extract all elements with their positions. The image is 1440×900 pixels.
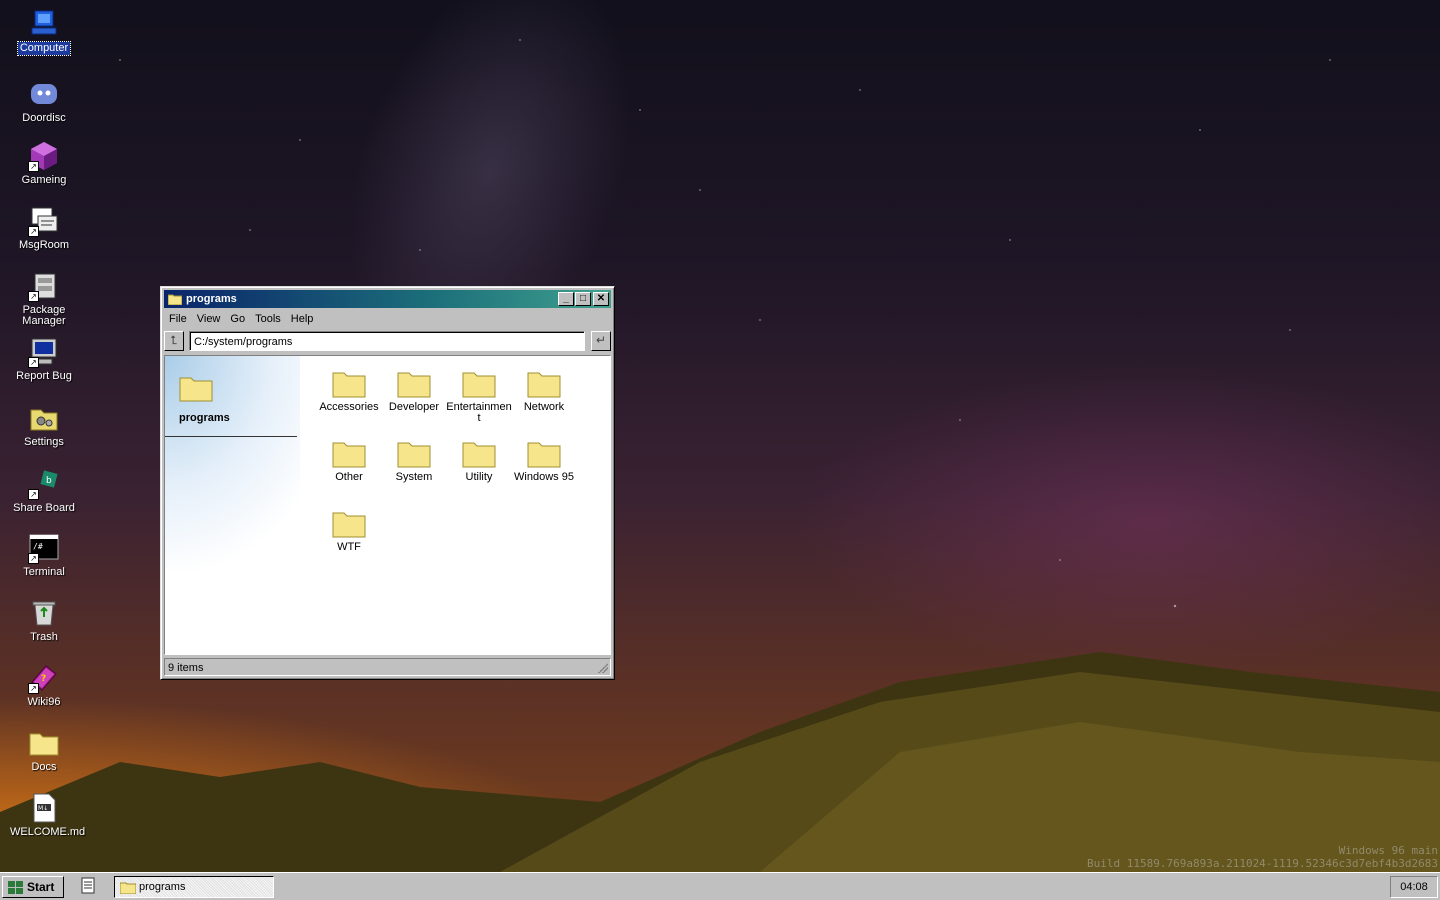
cube-icon: ↗ — [28, 140, 60, 172]
desktop-icon-settings[interactable]: Settings — [8, 402, 80, 449]
computer-icon — [28, 8, 60, 40]
desktop-icon-package-manager[interactable]: ↗ Package Manager — [8, 270, 80, 328]
up-button[interactable]: ⮤ — [164, 331, 184, 351]
desktop-icon-gameing[interactable]: ↗ Gameing — [8, 140, 80, 187]
terminal-icon: /# ↗ — [28, 532, 60, 564]
folder-item[interactable]: WTF — [316, 506, 382, 553]
desktop-icon-trash[interactable]: Trash — [8, 597, 80, 644]
desktop-icon-share-board[interactable]: b ↗ Share Board — [8, 468, 80, 515]
folder-icon — [119, 881, 137, 897]
explorer-window[interactable]: programs _ □ ✕ File View Go Tools Help ⮤ C:/… — [160, 286, 615, 680]
folder-item[interactable]: Utility — [446, 436, 512, 483]
folder-icon — [167, 293, 183, 308]
desktop-icon-terminal[interactable]: /# ↗ Terminal — [8, 532, 80, 579]
info-side-panel: programs — [165, 356, 300, 654]
watermark-line-2: Build 11589.769a893a.211024-1119.52346c3… — [1087, 857, 1438, 870]
folder-item[interactable]: Network — [511, 366, 577, 413]
folder-item[interactable]: Windows 95 — [511, 436, 577, 483]
trash-icon — [28, 597, 60, 629]
go-button[interactable]: ↵ — [591, 331, 611, 351]
enter-icon: ↵ — [595, 333, 607, 347]
side-panel-title: programs — [179, 412, 230, 424]
maximize-icon: □ — [579, 293, 587, 304]
desktop-icon-msgroom[interactable]: ↗ MsgRoom — [8, 205, 80, 252]
folder-large-icon — [179, 372, 213, 405]
folder-icon — [527, 436, 561, 468]
taskbar: Start programs 04:08 — [0, 872, 1440, 900]
bug-report-icon: ↗ — [28, 336, 60, 368]
item-count: 9 items — [168, 662, 204, 674]
folder-icon — [332, 506, 366, 538]
folder-icon — [397, 436, 431, 468]
shortcut-arrow-icon: ↗ — [28, 291, 39, 302]
close-button[interactable]: ✕ — [593, 292, 609, 306]
shortcut-arrow-icon: ↗ — [28, 553, 39, 564]
markdown-file-icon: M↓ — [28, 792, 60, 824]
folder-item[interactable]: System — [381, 436, 447, 483]
folder-item[interactable]: Developer — [381, 366, 447, 413]
shortcut-arrow-icon: ↗ — [28, 161, 39, 172]
folder-item[interactable]: Other — [316, 436, 382, 483]
desktop-icon-report-bug[interactable]: ↗ Report Bug — [8, 336, 80, 383]
resize-grip-icon[interactable] — [598, 663, 608, 673]
desktop-icon-wiki96[interactable]: ? ↗ Wiki96 — [8, 662, 80, 709]
close-icon: ✕ — [596, 293, 606, 304]
folder-icon — [462, 436, 496, 468]
folder-icon — [397, 366, 431, 398]
minimize-button[interactable]: _ — [558, 292, 574, 306]
chat-icon: ↗ — [28, 205, 60, 237]
task-label: programs — [139, 881, 186, 893]
up-arrow-icon: ⮤ — [170, 333, 178, 347]
windows-logo-icon — [8, 881, 24, 898]
desktop-icon-doordisc[interactable]: Doordisc — [8, 78, 80, 125]
window-title: programs — [186, 293, 237, 305]
window-titlebar[interactable]: programs _ □ ✕ — [164, 290, 611, 308]
address-input[interactable]: C:/system/programs — [189, 331, 585, 351]
menu-file[interactable]: File — [164, 311, 192, 327]
shortcut-arrow-icon: ↗ — [28, 683, 39, 694]
discord-icon — [28, 78, 60, 110]
svg-text:M↓: M↓ — [38, 805, 48, 812]
folder-icon — [462, 366, 496, 398]
shortcut-arrow-icon: ↗ — [28, 357, 39, 368]
watermark-line-1: Windows 96 main — [1338, 844, 1438, 857]
taskbar-window-programs[interactable]: programs — [114, 876, 274, 898]
desktop-icon-docs[interactable]: Docs — [8, 727, 80, 774]
package-icon: ↗ — [28, 270, 60, 302]
settings-icon — [28, 402, 60, 434]
shortcut-arrow-icon: ↗ — [28, 226, 39, 237]
start-label: Start — [27, 880, 55, 894]
desktop-icon-computer[interactable]: Computer — [8, 8, 80, 56]
menu-help[interactable]: Help — [286, 311, 319, 327]
maximize-button[interactable]: □ — [575, 292, 591, 306]
svg-text:/#: /# — [33, 542, 43, 551]
menu-tools[interactable]: Tools — [250, 311, 286, 327]
menu-bar: File View Go Tools Help — [164, 311, 318, 329]
folder-item[interactable]: Entertainment — [446, 366, 512, 424]
folder-item[interactable]: Accessories — [316, 366, 382, 413]
start-button[interactable]: Start — [2, 876, 64, 898]
folder-icon — [332, 436, 366, 468]
shortcut-arrow-icon: ↗ — [28, 489, 39, 500]
desktop-icon-welcome-md[interactable]: M↓ WELCOME.md — [8, 792, 85, 839]
folder-icon — [527, 366, 561, 398]
svg-text:b: b — [46, 476, 52, 486]
address-row: ⮤ C:/system/programs ↵ — [164, 331, 611, 353]
file-view: programs Accessories Developer Entertain… — [164, 355, 611, 655]
quick-launch-notepad-icon[interactable] — [80, 877, 96, 898]
book-icon: ? ↗ — [28, 662, 60, 694]
svg-text:?: ? — [41, 674, 46, 684]
system-clock[interactable]: 04:08 — [1390, 876, 1438, 898]
minimize-icon: _ — [563, 293, 569, 304]
folder-icon — [28, 727, 60, 759]
menu-view[interactable]: View — [192, 311, 226, 327]
menu-go[interactable]: Go — [225, 311, 250, 327]
folder-icon — [332, 366, 366, 398]
side-panel-divider — [165, 436, 297, 437]
status-bar: 9 items — [164, 658, 611, 676]
share-board-icon: b ↗ — [28, 468, 60, 500]
build-watermark: Windows 96 main Build 11589.769a893a.211… — [1087, 844, 1438, 870]
